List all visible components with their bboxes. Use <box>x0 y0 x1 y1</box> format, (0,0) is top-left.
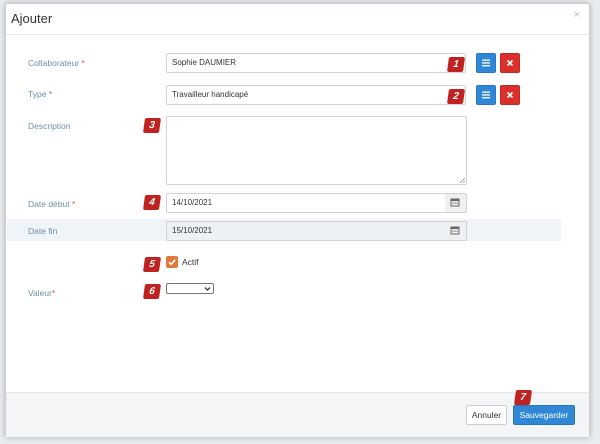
calendar-icon <box>450 226 460 235</box>
type-input[interactable]: Travailleur handicapé <box>166 85 466 105</box>
modal-header: Ajouter × <box>6 4 589 35</box>
close-icon <box>506 91 514 99</box>
calendar-icon <box>450 198 460 207</box>
type-label: Type * <box>28 89 53 99</box>
actif-checkbox[interactable] <box>166 256 178 268</box>
type-list-button[interactable] <box>476 85 496 105</box>
valeur-select[interactable] <box>166 283 214 294</box>
date-fin-input[interactable]: 15/10/2021 <box>166 221 446 241</box>
annotation-badge-2: 2 <box>446 89 466 104</box>
annotation-badge-7: 7 <box>513 390 533 405</box>
resize-grip-icon[interactable] <box>459 177 465 183</box>
close-icon[interactable]: × <box>574 9 580 21</box>
save-button[interactable]: Sauvegarder <box>513 405 575 425</box>
date-fin-label: Date fin <box>28 226 58 236</box>
cancel-button[interactable]: Annuler <box>466 405 507 425</box>
date-fin-calendar-button[interactable] <box>445 221 467 241</box>
check-icon <box>168 259 176 266</box>
chevron-down-icon <box>204 287 211 291</box>
valeur-label: Valeur* <box>28 288 56 298</box>
annotation-badge-5: 5 <box>142 257 162 272</box>
date-debut-calendar-button[interactable] <box>445 193 467 213</box>
modal-footer: Annuler 7 Sauvegarder <box>6 390 589 437</box>
date-debut-label: Date début * <box>28 199 76 209</box>
date-debut-input[interactable]: 14/10/2021 <box>166 193 446 213</box>
collaborateur-clear-button[interactable] <box>500 53 520 73</box>
list-icon <box>482 59 490 67</box>
annotation-badge-1: 1 <box>446 57 466 72</box>
annotation-badge-3: 3 <box>142 118 162 133</box>
collaborateur-label: Collaborateur * <box>28 58 85 68</box>
type-clear-button[interactable] <box>500 85 520 105</box>
list-icon <box>482 91 490 99</box>
collaborateur-input[interactable]: Sophie DAUMIER <box>166 53 466 73</box>
modal-title: Ajouter <box>11 11 53 26</box>
annotation-badge-6: 6 <box>142 284 162 299</box>
description-label: Description <box>28 121 71 131</box>
actif-label: Actif <box>182 257 199 267</box>
annotation-badge-4: 4 <box>142 195 162 210</box>
collaborateur-list-button[interactable] <box>476 53 496 73</box>
close-icon <box>506 59 514 67</box>
description-textarea[interactable] <box>166 116 467 185</box>
add-modal: Ajouter × Collaborateur * Sophie DAUMIER… <box>5 3 590 437</box>
